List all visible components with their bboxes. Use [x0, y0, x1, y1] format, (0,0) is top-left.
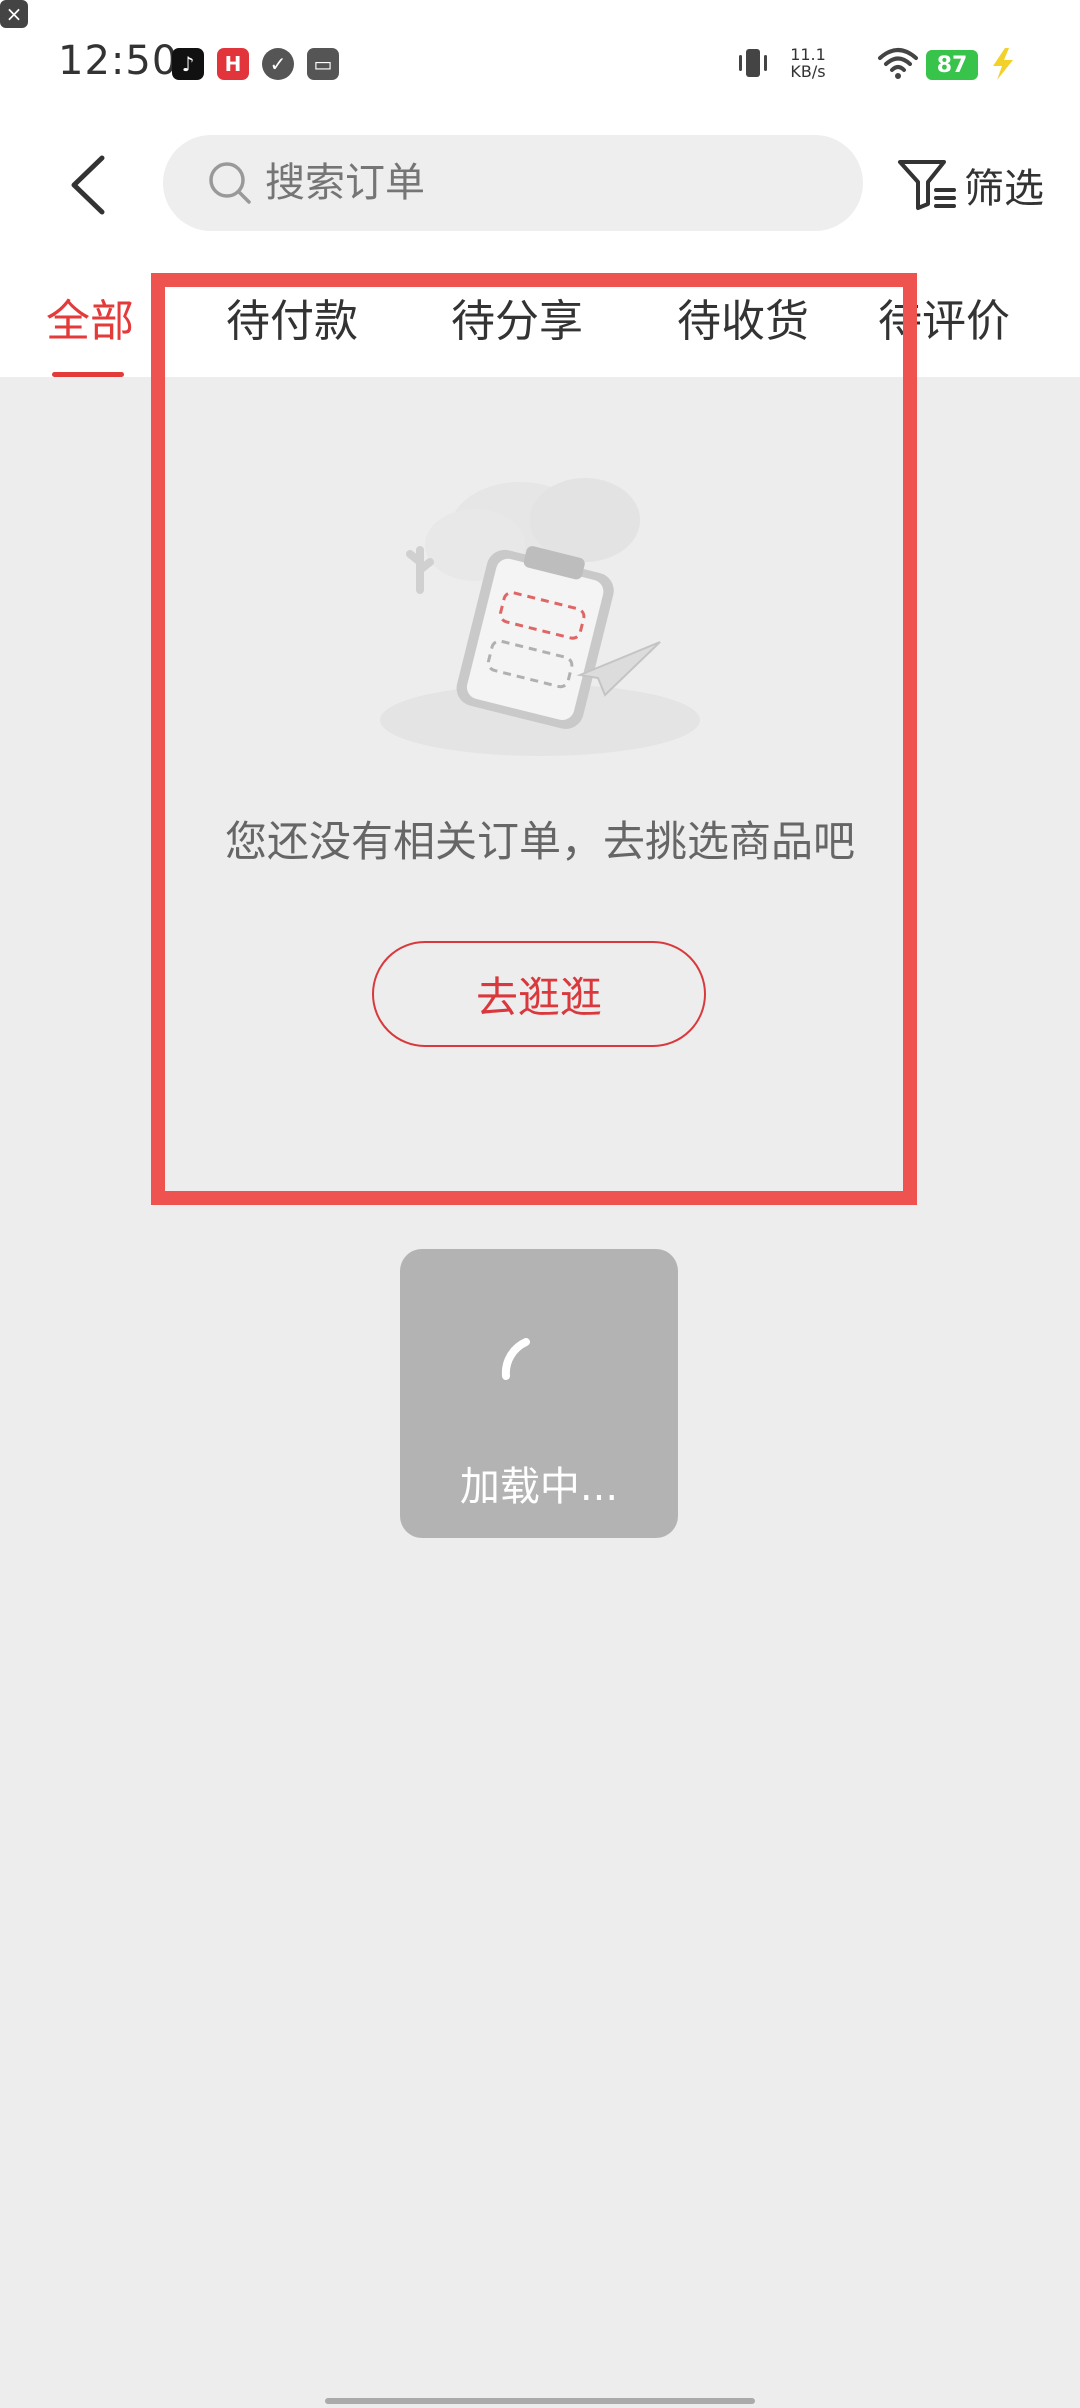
loading-spinner-icon [501, 1338, 530, 1380]
search-icon [209, 162, 251, 204]
battery-level: 87 [926, 50, 978, 80]
check-badge-icon: ✓ [262, 48, 294, 80]
net-speed: 11.1 KB/s [782, 40, 834, 86]
tab-all[interactable]: 全部 [46, 285, 134, 349]
net-speed-unit: KB/s [790, 62, 826, 81]
loading-toast: 加载中... [400, 1249, 678, 1538]
highlight-frame [151, 273, 917, 1205]
app-red-icon: H [217, 48, 249, 80]
loading-text: 加载中... [459, 1464, 619, 1510]
vibrate-icon [736, 40, 770, 86]
filter-icon [898, 160, 956, 210]
search-bar[interactable] [163, 135, 863, 231]
home-indicator[interactable] [325, 2398, 755, 2404]
filter-label: 筛选 [964, 166, 1044, 212]
chevron-left-icon [71, 155, 105, 215]
sim-off-icon: × [0, 0, 28, 28]
back-button[interactable] [60, 150, 120, 220]
search-input[interactable] [265, 160, 825, 206]
wifi-icon [877, 40, 919, 86]
status-bar: 12:50 ♪ H ✓ ▭ 11.1 KB/s × 87 [0, 0, 1080, 120]
bag-icon: ▭ [307, 48, 339, 80]
charging-icon [985, 44, 1019, 84]
status-time: 12:50 [58, 38, 179, 84]
tab-active-indicator [52, 372, 124, 377]
tiktok-icon: ♪ [172, 48, 204, 80]
filter-button[interactable]: 筛选 [896, 150, 1044, 220]
net-speed-value: 11.1 [790, 45, 826, 64]
